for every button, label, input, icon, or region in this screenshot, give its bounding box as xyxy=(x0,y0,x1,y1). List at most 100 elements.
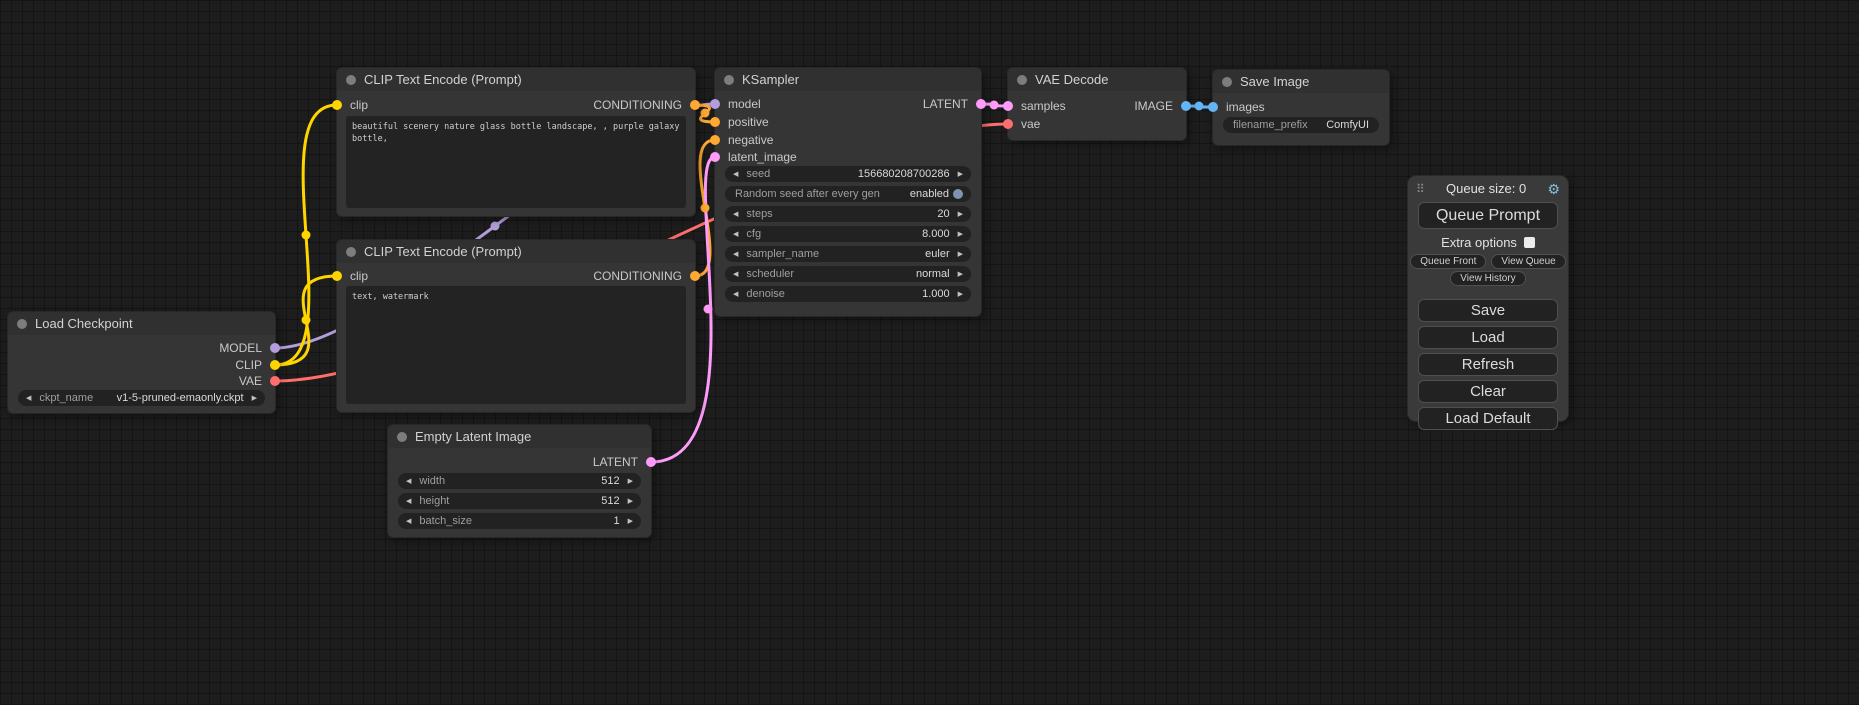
clip-slot-dot-icon[interactable] xyxy=(332,271,342,281)
input-slot-clip[interactable]: clip xyxy=(332,269,368,283)
queue-front-button[interactable]: Queue Front xyxy=(1410,254,1486,269)
ckpt-name-widget[interactable]: ◀ ckpt_name v1-5-pruned-emaonly.ckpt ▶ xyxy=(18,390,265,406)
clear-button[interactable]: Clear xyxy=(1418,380,1558,403)
steps-widget[interactable]: ◀ steps 20 ▶ xyxy=(725,206,971,222)
input-slot-vae[interactable]: vae xyxy=(1003,117,1040,131)
conditioning-slot-dot-icon[interactable] xyxy=(690,271,700,281)
node-ksampler[interactable]: KSampler model positive negative latent_… xyxy=(715,68,981,316)
arrow-right-icon[interactable]: ▶ xyxy=(628,478,633,485)
node-vae-decode[interactable]: VAE Decode samples vae IMAGE xyxy=(1008,68,1186,140)
output-slot-latent[interactable]: LATENT xyxy=(593,455,656,469)
node-clip-text-encode-positive[interactable]: CLIP Text Encode (Prompt) clip CONDITION… xyxy=(337,68,695,216)
node-load-checkpoint[interactable]: Load Checkpoint MODEL CLIP VAE ◀ ckpt_na… xyxy=(8,312,275,413)
arrow-right-icon[interactable]: ▶ xyxy=(628,498,633,505)
node-status-dot-icon[interactable] xyxy=(397,432,407,442)
model-slot-dot-icon[interactable] xyxy=(710,99,720,109)
arrow-left-icon[interactable]: ◀ xyxy=(26,395,31,402)
latent-slot-dot-icon[interactable] xyxy=(646,457,656,467)
image-slot-dot-icon[interactable] xyxy=(1208,102,1218,112)
arrow-right-icon[interactable]: ▶ xyxy=(958,291,963,298)
drag-handle-icon[interactable]: ⠿ xyxy=(1416,183,1425,195)
load-default-button[interactable]: Load Default xyxy=(1418,407,1558,430)
arrow-left-icon[interactable]: ◀ xyxy=(406,478,411,485)
input-slot-negative[interactable]: negative xyxy=(710,133,773,147)
node-status-dot-icon[interactable] xyxy=(1017,75,1027,85)
height-widget[interactable]: ◀ height 512 ▶ xyxy=(398,493,641,509)
prompt-text-area[interactable]: beautiful scenery nature glass bottle la… xyxy=(346,116,686,208)
input-slot-positive[interactable]: positive xyxy=(710,115,769,129)
arrow-right-icon[interactable]: ▶ xyxy=(958,171,963,178)
output-slot-image[interactable]: IMAGE xyxy=(1134,99,1191,113)
node-title-bar[interactable]: CLIP Text Encode (Prompt) xyxy=(337,240,695,263)
load-button[interactable]: Load xyxy=(1418,326,1558,349)
batch-size-widget[interactable]: ◀ batch_size 1 ▶ xyxy=(398,513,641,529)
arrow-right-icon[interactable]: ▶ xyxy=(628,518,633,525)
scheduler-widget[interactable]: ◀ scheduler normal ▶ xyxy=(725,266,971,282)
output-slot-model[interactable]: MODEL xyxy=(219,341,280,355)
extra-options-checkbox[interactable] xyxy=(1524,237,1535,248)
vae-slot-dot-icon[interactable] xyxy=(270,376,280,386)
output-slot-conditioning[interactable]: CONDITIONING xyxy=(593,98,700,112)
view-history-button[interactable]: View History xyxy=(1450,271,1525,286)
output-slot-conditioning[interactable]: CONDITIONING xyxy=(593,269,700,283)
settings-gear-icon[interactable]: ⚙ xyxy=(1547,182,1560,196)
conditioning-slot-dot-icon[interactable] xyxy=(690,100,700,110)
arrow-left-icon[interactable]: ◀ xyxy=(733,171,738,178)
node-status-dot-icon[interactable] xyxy=(724,75,734,85)
input-slot-images[interactable]: images xyxy=(1208,100,1265,114)
sampler-name-widget[interactable]: ◀ sampler_name euler ▶ xyxy=(725,246,971,262)
arrow-right-icon[interactable]: ▶ xyxy=(958,271,963,278)
node-status-dot-icon[interactable] xyxy=(346,247,356,257)
input-slot-model[interactable]: model xyxy=(710,97,761,111)
clip-slot-dot-icon[interactable] xyxy=(270,360,280,370)
node-empty-latent-image[interactable]: Empty Latent Image LATENT ◀ width 512 ▶ … xyxy=(388,425,651,537)
node-title-bar[interactable]: Save Image xyxy=(1213,70,1389,93)
node-title-bar[interactable]: CLIP Text Encode (Prompt) xyxy=(337,68,695,91)
conditioning-slot-dot-icon[interactable] xyxy=(710,135,720,145)
arrow-right-icon[interactable]: ▶ xyxy=(958,251,963,258)
arrow-left-icon[interactable]: ◀ xyxy=(733,271,738,278)
arrow-left-icon[interactable]: ◀ xyxy=(406,518,411,525)
denoise-widget[interactable]: ◀ denoise 1.000 ▶ xyxy=(725,286,971,302)
vae-slot-dot-icon[interactable] xyxy=(1003,119,1013,129)
arrow-left-icon[interactable]: ◀ xyxy=(733,251,738,258)
save-button[interactable]: Save xyxy=(1418,299,1558,322)
arrow-right-icon[interactable]: ▶ xyxy=(252,395,257,402)
image-slot-dot-icon[interactable] xyxy=(1181,101,1191,111)
input-slot-latent-image[interactable]: latent_image xyxy=(710,150,797,164)
input-slot-samples[interactable]: samples xyxy=(1003,99,1066,113)
random-seed-toggle-widget[interactable]: Random seed after every gen enabled xyxy=(725,186,971,202)
node-status-dot-icon[interactable] xyxy=(346,75,356,85)
view-queue-button[interactable]: View Queue xyxy=(1491,254,1565,269)
arrow-right-icon[interactable]: ▶ xyxy=(958,211,963,218)
node-status-dot-icon[interactable] xyxy=(1222,77,1232,87)
width-widget[interactable]: ◀ width 512 ▶ xyxy=(398,473,641,489)
node-title-bar[interactable]: Load Checkpoint xyxy=(8,312,275,335)
node-save-image[interactable]: Save Image images filename_prefix ComfyU… xyxy=(1213,70,1389,145)
refresh-button[interactable]: Refresh xyxy=(1418,353,1558,376)
node-status-dot-icon[interactable] xyxy=(17,319,27,329)
seed-widget[interactable]: ◀ seed 156680208700286 ▶ xyxy=(725,166,971,182)
node-title-bar[interactable]: KSampler xyxy=(715,68,981,91)
node-title-bar[interactable]: VAE Decode xyxy=(1008,68,1186,91)
latent-slot-dot-icon[interactable] xyxy=(976,99,986,109)
input-slot-clip[interactable]: clip xyxy=(332,98,368,112)
latent-slot-dot-icon[interactable] xyxy=(1003,101,1013,111)
arrow-left-icon[interactable]: ◀ xyxy=(733,291,738,298)
toggle-dot-icon[interactable] xyxy=(953,189,963,199)
prompt-text-area[interactable]: text, watermark xyxy=(346,286,686,404)
node-title-bar[interactable]: Empty Latent Image xyxy=(388,425,651,448)
output-slot-vae[interactable]: VAE xyxy=(239,374,280,388)
latent-slot-dot-icon[interactable] xyxy=(710,152,720,162)
output-slot-latent[interactable]: LATENT xyxy=(923,97,986,111)
conditioning-slot-dot-icon[interactable] xyxy=(710,117,720,127)
clip-slot-dot-icon[interactable] xyxy=(332,100,342,110)
cfg-widget[interactable]: ◀ cfg 8.000 ▶ xyxy=(725,226,971,242)
arrow-left-icon[interactable]: ◀ xyxy=(406,498,411,505)
arrow-right-icon[interactable]: ▶ xyxy=(958,231,963,238)
model-slot-dot-icon[interactable] xyxy=(270,343,280,353)
arrow-left-icon[interactable]: ◀ xyxy=(733,231,738,238)
arrow-left-icon[interactable]: ◀ xyxy=(733,211,738,218)
output-slot-clip[interactable]: CLIP xyxy=(235,358,280,372)
node-clip-text-encode-negative[interactable]: CLIP Text Encode (Prompt) clip CONDITION… xyxy=(337,240,695,412)
